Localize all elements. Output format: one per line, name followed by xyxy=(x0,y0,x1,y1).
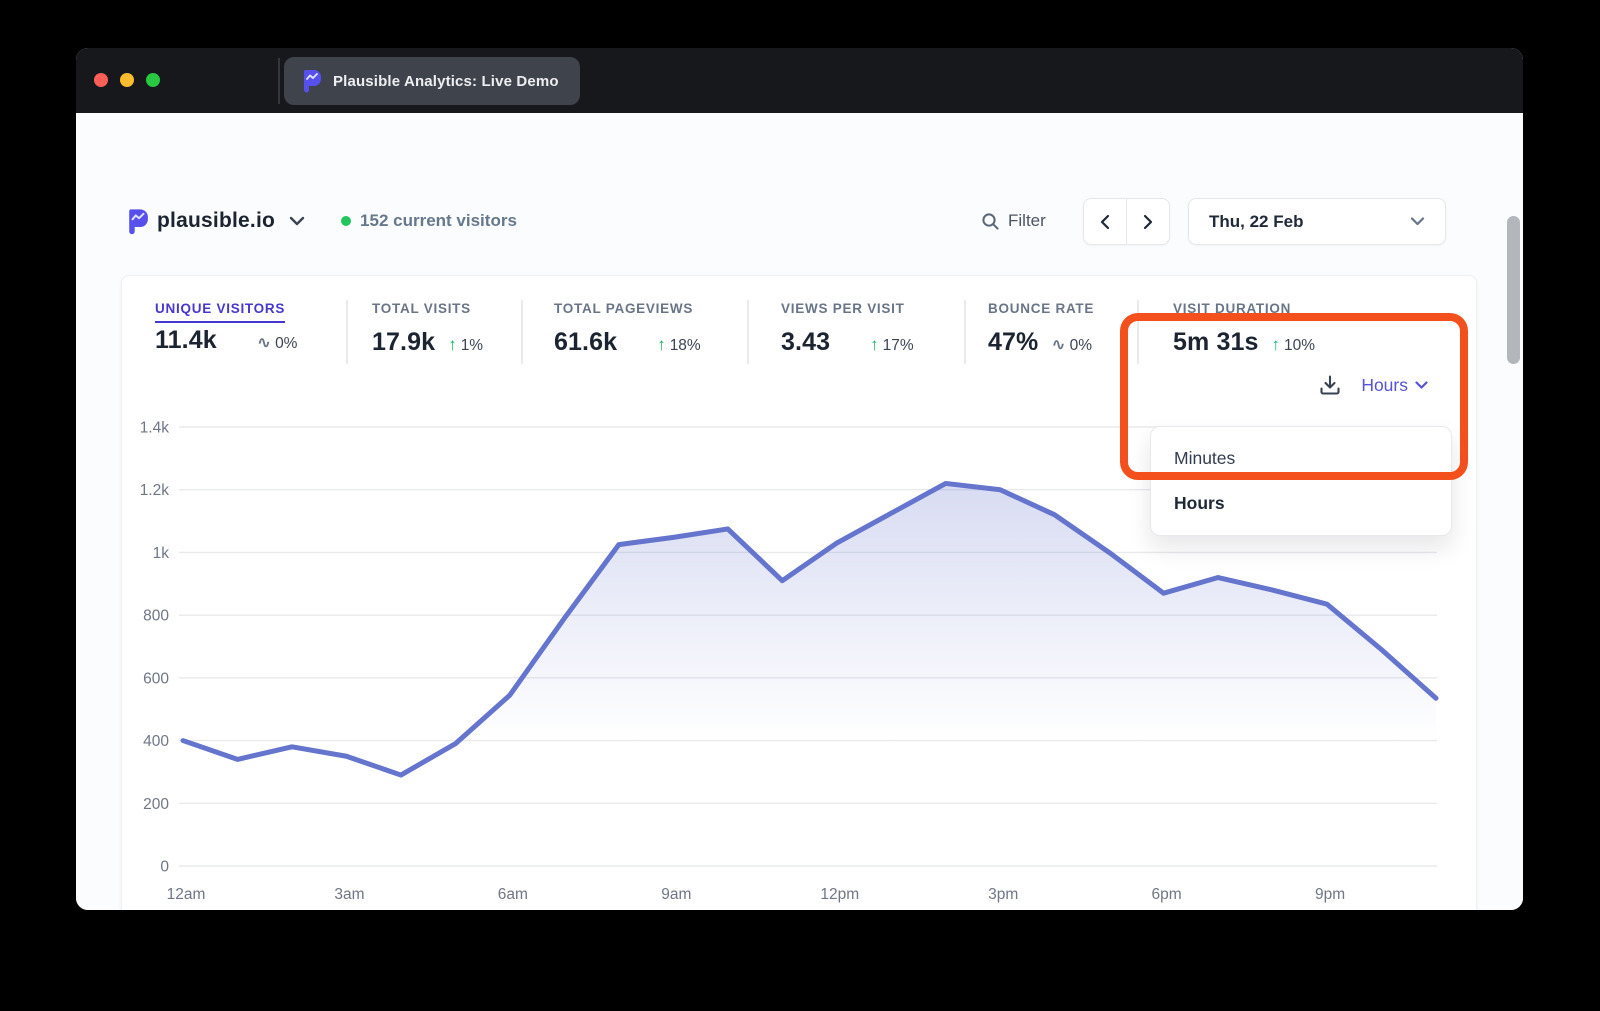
stat-change: 10% xyxy=(1284,337,1315,355)
stat-label: TOTAL VISITS xyxy=(372,301,471,316)
stat-value: 61.6k xyxy=(554,328,617,357)
next-period-button[interactable] xyxy=(1127,199,1169,244)
tab-title: Plausible Analytics: Live Demo xyxy=(333,73,559,90)
stat-value: 11.4k xyxy=(155,326,217,355)
stat-value: 5m 31s xyxy=(1173,328,1259,357)
stat-divider xyxy=(346,300,348,364)
stat-total-visits[interactable]: TOTAL VISITS 17.9k ↑1% xyxy=(372,300,483,368)
svg-text:12pm: 12pm xyxy=(820,886,859,903)
close-window-button[interactable] xyxy=(94,73,108,87)
svg-text:200: 200 xyxy=(143,796,169,813)
date-nav-buttons xyxy=(1083,198,1170,245)
dashboard-page: plausible.io 152 current visitors Filter xyxy=(76,113,1523,910)
interval-chevron-down-icon xyxy=(1415,381,1428,389)
stat-divider xyxy=(1137,300,1139,364)
minimize-window-button[interactable] xyxy=(120,73,134,87)
plausible-logo-icon xyxy=(127,208,149,235)
stat-views-per-visit[interactable]: VIEWS PER VISIT 3.43 ↑17% xyxy=(781,300,914,368)
date-picker-label: Thu, 22 Feb xyxy=(1209,212,1303,232)
filter-label: Filter xyxy=(1008,211,1046,231)
site-switcher-chevron-down-icon[interactable] xyxy=(289,216,305,226)
svg-text:3pm: 3pm xyxy=(988,886,1018,903)
interval-selected-label: Hours xyxy=(1361,375,1408,396)
svg-text:6pm: 6pm xyxy=(1152,886,1182,903)
svg-text:9pm: 9pm xyxy=(1315,886,1345,903)
flat-trend-icon: ∿ xyxy=(257,333,271,353)
stat-divider xyxy=(747,300,749,364)
svg-text:600: 600 xyxy=(143,670,169,687)
interval-selector-button[interactable]: Hours xyxy=(1361,375,1428,396)
zoom-window-button[interactable] xyxy=(146,73,160,87)
browser-tab-bar: Plausible Analytics: Live Demo xyxy=(76,48,1523,113)
up-arrow-icon: ↑ xyxy=(448,335,457,355)
up-arrow-icon: ↑ xyxy=(870,335,879,355)
browser-window: Plausible Analytics: Live Demo plausible… xyxy=(76,48,1523,910)
search-icon xyxy=(981,212,1000,231)
svg-text:0: 0 xyxy=(160,859,169,876)
site-header: plausible.io 152 current visitors xyxy=(127,201,517,241)
tab-separator xyxy=(278,58,280,104)
browser-tab[interactable]: Plausible Analytics: Live Demo xyxy=(284,57,580,105)
stat-unique-visitors[interactable]: UNIQUE VISITORS 11.4k ∿0% xyxy=(155,300,297,368)
stat-label: VIEWS PER VISIT xyxy=(781,301,905,316)
chart-toolbar: Hours xyxy=(1319,374,1428,396)
analytics-card: UNIQUE VISITORS 11.4k ∿0% TOTAL VISITS 1… xyxy=(121,275,1477,910)
stat-visit-duration[interactable]: VISIT DURATION 5m 31s ↑10% xyxy=(1173,300,1315,368)
svg-text:400: 400 xyxy=(143,733,169,750)
plausible-favicon-icon xyxy=(302,69,322,93)
svg-text:12am: 12am xyxy=(167,886,206,903)
stat-total-pageviews[interactable]: TOTAL PAGEVIEWS 61.6k ↑18% xyxy=(554,300,701,368)
svg-text:800: 800 xyxy=(143,608,169,625)
stat-change: 1% xyxy=(461,337,483,355)
date-picker-chevron-down-icon xyxy=(1410,217,1425,226)
stat-change: 17% xyxy=(883,337,914,355)
chevron-right-icon xyxy=(1143,214,1153,230)
stat-label: TOTAL PAGEVIEWS xyxy=(554,301,693,316)
up-arrow-icon: ↑ xyxy=(1272,335,1281,355)
stat-bounce-rate[interactable]: BOUNCE RATE 47% ∿ 0% xyxy=(988,300,1094,368)
svg-text:1.2k: 1.2k xyxy=(140,482,170,499)
svg-text:6am: 6am xyxy=(498,886,528,903)
chevron-left-icon xyxy=(1100,214,1110,230)
stat-label: VISIT DURATION xyxy=(1173,301,1291,316)
stat-change: 18% xyxy=(670,337,701,355)
date-picker-button[interactable]: Thu, 22 Feb xyxy=(1188,198,1446,245)
flat-trend-icon: ∿ xyxy=(1051,335,1065,355)
stat-label: UNIQUE VISITORS xyxy=(155,301,285,323)
live-visitors-dot xyxy=(341,216,351,226)
svg-text:1.4k: 1.4k xyxy=(140,420,170,437)
menu-item-minutes[interactable]: Minutes xyxy=(1151,436,1451,481)
filter-button[interactable]: Filter xyxy=(981,207,1046,235)
svg-text:3am: 3am xyxy=(334,886,364,903)
up-arrow-icon: ↑ xyxy=(657,335,666,355)
menu-item-hours[interactable]: Hours xyxy=(1151,481,1451,526)
current-visitors-count[interactable]: 152 current visitors xyxy=(360,211,517,231)
download-icon[interactable] xyxy=(1319,374,1341,396)
site-name[interactable]: plausible.io xyxy=(157,209,275,233)
stat-change: 0% xyxy=(275,335,297,353)
svg-text:1k: 1k xyxy=(153,545,170,562)
stat-value: 47% xyxy=(988,328,1038,357)
stat-label: BOUNCE RATE xyxy=(988,301,1094,316)
stat-value: 3.43 xyxy=(781,328,830,357)
interval-dropdown-menu: Minutes Hours xyxy=(1150,426,1452,536)
stat-change: 0% xyxy=(1070,337,1092,355)
stat-divider xyxy=(521,300,523,364)
prev-period-button[interactable] xyxy=(1084,199,1127,244)
scrollbar-thumb[interactable] xyxy=(1507,216,1520,364)
svg-text:9am: 9am xyxy=(661,886,691,903)
stat-divider xyxy=(964,300,966,364)
stat-value: 17.9k xyxy=(372,328,435,357)
